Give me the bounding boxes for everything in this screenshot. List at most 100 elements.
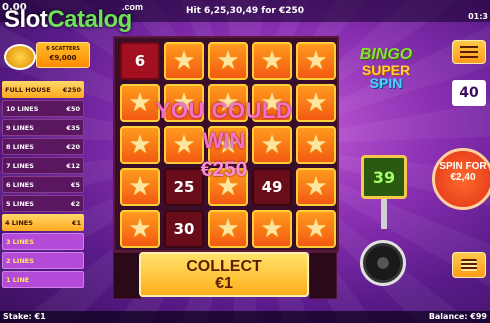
paytable-row: FULL HOUSE €250	[2, 81, 84, 98]
paytable-value: €12	[66, 161, 80, 170]
daubed-cell: ★	[296, 168, 336, 206]
ball-stem	[381, 199, 387, 229]
paytable-row: 7 LINES €12	[2, 157, 84, 174]
paytable-label: 3 LINES	[6, 237, 34, 246]
scatter-label: 6 SCATTERS	[46, 46, 80, 52]
paytable-value: €2	[70, 199, 80, 208]
stake-button[interactable]	[452, 252, 486, 278]
paytable-label: 9 LINES	[6, 123, 34, 132]
paytable-label: 4 LINES	[5, 218, 33, 227]
paytable-value: €20	[66, 142, 80, 151]
star-icon: ★	[128, 214, 152, 244]
cell-number: 30	[173, 220, 195, 238]
star-icon: ★	[304, 130, 328, 160]
drawn-ball-frame: 39	[361, 155, 407, 199]
daubed-cell: ★	[296, 84, 336, 122]
daubed-cell: ★	[164, 84, 204, 122]
daubed-cell: ★	[208, 126, 248, 164]
paytable-value: €1	[71, 218, 81, 227]
number-cell: 30	[164, 210, 204, 248]
star-icon: ★	[172, 130, 196, 160]
watermark-part2: Catalog	[47, 6, 132, 33]
paytable-row: 5 LINES €2	[2, 195, 84, 212]
star-icon: ★	[128, 130, 152, 160]
daubed-cell: ★	[296, 126, 336, 164]
collect-label: COLLECT	[186, 258, 262, 275]
daubed-cell: ★	[120, 168, 160, 206]
drawn-ball-number: 39	[372, 167, 396, 187]
spin-label: SPIN FOR	[439, 161, 487, 172]
watermark-part1: Slot	[4, 6, 48, 33]
number-cell: 6	[120, 42, 160, 80]
daubed-cell: ★	[208, 210, 248, 248]
star-icon: ★	[304, 172, 328, 202]
daubed-cell: ★	[164, 42, 204, 80]
spin-value: €2,40	[450, 172, 476, 183]
paytable-value: €50	[66, 104, 80, 113]
paytable-row: 1 LINE	[2, 271, 84, 288]
lines-count-display: 40	[452, 80, 486, 106]
game-logo: BINGO SUPER SPIN	[347, 46, 425, 91]
cell-number: 25	[173, 178, 195, 196]
paytable-label: 2 LINES	[6, 256, 34, 265]
watermark: SlotCatalog .com	[4, 2, 143, 34]
paytable-value: €250	[62, 85, 81, 94]
daubed-cell: ★	[208, 84, 248, 122]
star-icon: ★	[216, 88, 240, 118]
star-icon: ★	[260, 88, 284, 118]
daubed-cell: ★	[296, 210, 336, 248]
star-icon: ★	[128, 172, 152, 202]
paytable-label: 6 LINES	[6, 180, 34, 189]
hamburger-menu-icon[interactable]	[452, 40, 486, 64]
scatter-prize-box: 6 SCATTERS €9,000	[36, 42, 90, 68]
spin-button[interactable]: SPIN FOR €2,40	[432, 148, 490, 210]
star-icon: ★	[260, 46, 284, 76]
bingo-chip-icon	[4, 44, 36, 70]
daubed-cell: ★	[120, 210, 160, 248]
paytable-label: 8 LINES	[6, 142, 34, 151]
bottom-bar: Stake: €1 Balance: €99	[0, 311, 490, 323]
bingo-grid: 6 ★ ★ ★ ★ ★ ★ ★ ★ ★ ★ ★ ★ ★ ★ ★ 25 ★ 49 ★ ★ 30 ★ ★ ★	[113, 36, 339, 252]
daubed-cell: ★	[252, 210, 292, 248]
daubed-cell: ★	[120, 84, 160, 122]
collect-value: €1	[215, 275, 233, 292]
footer-stake: Stake: €1	[3, 312, 46, 321]
logo-line3: SPIN	[369, 75, 403, 91]
daubed-cell: ★	[252, 126, 292, 164]
clock: 01:3	[468, 12, 488, 21]
star-icon: ★	[172, 46, 196, 76]
daubed-cell: ★	[120, 126, 160, 164]
paytable-row: 4 LINES €1	[2, 214, 84, 231]
scatter-value: €9,000	[49, 54, 77, 62]
daubed-cell: ★	[252, 42, 292, 80]
daubed-cell: ★	[296, 42, 336, 80]
daubed-cell: ★	[208, 42, 248, 80]
paytable-label: 10 LINES	[6, 104, 39, 113]
star-icon: ★	[128, 88, 152, 118]
daubed-cell: ★	[208, 168, 248, 206]
star-icon: ★	[260, 214, 284, 244]
paytable-row: 10 LINES €50	[2, 100, 84, 117]
daubed-cell: ★	[252, 84, 292, 122]
collect-side-left	[113, 252, 141, 299]
star-icon: ★	[304, 88, 328, 118]
footer-balance: Balance: €99	[428, 312, 487, 321]
number-cell: 25	[164, 168, 204, 206]
paytable-label: 7 LINES	[6, 161, 34, 170]
star-icon: ★	[304, 214, 328, 244]
paytable-label: 5 LINES	[6, 199, 34, 208]
collect-button[interactable]: COLLECT €1	[139, 252, 309, 297]
star-icon: ★	[260, 130, 284, 160]
paytable-label: 1 LINE	[6, 275, 30, 284]
star-icon: ★	[216, 172, 240, 202]
paytable-row: 9 LINES €35	[2, 119, 84, 136]
vinyl-record-icon	[360, 240, 406, 286]
paytable-row: 2 LINES	[2, 252, 84, 269]
paytable-row: 3 LINES	[2, 233, 84, 250]
star-icon: ★	[172, 88, 196, 118]
star-icon: ★	[216, 130, 240, 160]
cell-number: 6	[134, 52, 146, 70]
number-cell: 49	[252, 168, 292, 206]
star-icon: ★	[216, 214, 240, 244]
paytable-value: €35	[66, 123, 80, 132]
